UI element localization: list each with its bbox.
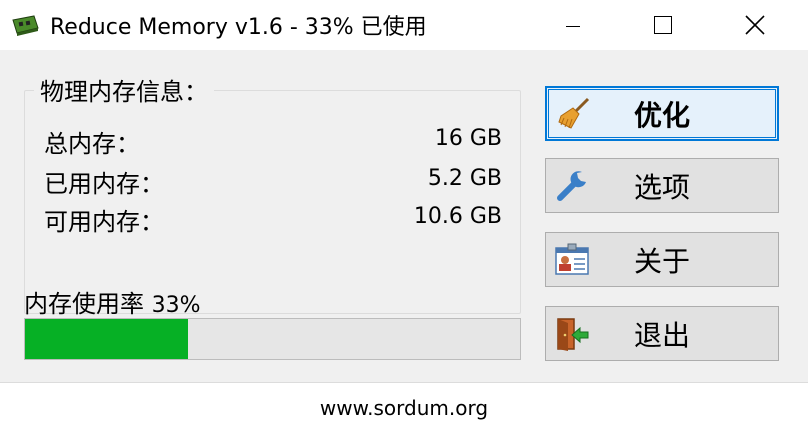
optimize-button[interactable]: 优化 bbox=[545, 86, 779, 141]
options-button-label: 选项 bbox=[633, 170, 690, 204]
total-memory-value: 16 GB bbox=[434, 126, 502, 151]
website-link[interactable]: www.sordum.org bbox=[320, 396, 488, 420]
minimize-icon bbox=[566, 25, 580, 27]
memory-usage-label: 内存使用率 33% bbox=[24, 284, 201, 319]
used-memory-label: 已用内存： bbox=[44, 170, 164, 198]
memory-usage-text: 内存使用率 bbox=[24, 290, 144, 318]
total-memory-label: 总内存： bbox=[44, 130, 140, 158]
memory-usage-percent: 33% bbox=[151, 293, 201, 318]
free-memory-value: 10.6 GB bbox=[413, 204, 502, 229]
memory-usage-progress-bar bbox=[24, 318, 521, 360]
memory-info-title: 物理内存信息： bbox=[34, 72, 214, 107]
exit-button[interactable]: 退出 bbox=[545, 306, 779, 361]
free-memory-label: 可用内存： bbox=[44, 208, 164, 236]
close-button[interactable] bbox=[732, 0, 778, 50]
window-title: Reduce Memory v1.6 - 33% 已使用 bbox=[50, 15, 427, 40]
about-button[interactable]: 关于 bbox=[545, 232, 779, 287]
minimize-button[interactable] bbox=[550, 0, 596, 50]
exit-button-label: 退出 bbox=[633, 318, 690, 352]
close-icon bbox=[745, 15, 765, 35]
maximize-icon bbox=[654, 16, 672, 34]
used-memory-value: 5.2 GB bbox=[427, 166, 502, 191]
optimize-button-label: 优化 bbox=[633, 98, 690, 132]
maximize-button[interactable] bbox=[640, 0, 686, 50]
about-button-label: 关于 bbox=[633, 244, 690, 278]
memory-usage-progress-fill bbox=[25, 319, 189, 359]
title-bar: Reduce Memory v1.6 - 33% 已使用 bbox=[0, 0, 808, 50]
options-button[interactable]: 选项 bbox=[545, 158, 779, 213]
footer-bar: www.sordum.org bbox=[0, 382, 808, 432]
memory-chip-icon bbox=[12, 15, 39, 36]
